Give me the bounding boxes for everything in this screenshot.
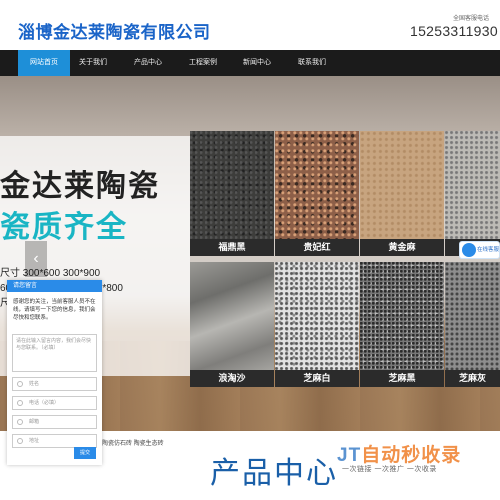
stone-caption: 黄金麻 <box>360 239 444 256</box>
watermark-logo: JT自动秒收录 <box>337 440 461 467</box>
stone-swatch <box>190 131 274 239</box>
phone-icon <box>17 400 23 406</box>
phone-placeholder: 电话（必填） <box>29 400 60 406</box>
stone-caption: 贵妃红 <box>275 239 359 256</box>
stone-tile[interactable]: 浪淘沙 <box>190 262 274 387</box>
watermark-badge[interactable]: JT自动秒收录 一次链接 一次推广 一次收录 <box>337 440 482 476</box>
watermark-logo-text: 自动秒收录 <box>361 445 462 466</box>
email-placeholder: 邮箱 <box>29 419 40 425</box>
stone-caption: 浪淘沙 <box>190 370 274 387</box>
site-logo[interactable]: 淄博金达莱陶瓷有限公司 <box>18 18 211 43</box>
stone-tile[interactable] <box>445 131 500 256</box>
message-textarea[interactable]: 请在此输入留言内容，我们会尽快与您联系。（必填） <box>12 334 97 372</box>
stone-caption: 福鼎黑 <box>190 239 274 256</box>
stone-swatch <box>445 131 500 239</box>
hotline-label: 全国客服电话 <box>453 16 490 22</box>
stone-tile[interactable]: 芝麻黑 <box>360 262 444 387</box>
message-widget-notice: 感谢您的关注，当前客服人员不在线，请填写一下您的信息，我们会尽快和您联系。 <box>13 299 96 321</box>
stone-tile[interactable]: 芝麻白 <box>275 262 359 387</box>
stone-tile[interactable]: 贵妃红 <box>275 131 359 256</box>
banner-subtitle: 瓷质齐全 <box>0 211 128 244</box>
main-nav: 网站首页 关于我们 产品中心 工程案例 新闻中心 联系我们 <box>0 50 500 76</box>
nav-item-contact[interactable]: 联系我们 <box>286 50 338 76</box>
location-icon <box>17 438 23 444</box>
online-chat-label: 在线客服 <box>477 247 500 253</box>
stone-swatch <box>360 262 444 370</box>
nav-item-news[interactable]: 新闻中心 <box>231 50 283 76</box>
submit-button[interactable]: 提交 <box>74 447 96 459</box>
banner-size-line: 尺寸 300*600 300*900 <box>0 268 101 279</box>
nav-item-cases[interactable]: 工程案例 <box>177 50 229 76</box>
mail-icon <box>17 419 23 425</box>
stone-caption: 芝麻黑 <box>360 370 444 387</box>
name-field[interactable]: 姓名 <box>12 377 97 391</box>
stone-caption: 芝麻灰 <box>445 370 500 387</box>
stone-swatch <box>275 262 359 370</box>
stone-tile[interactable]: 芝麻灰 <box>445 262 500 387</box>
name-placeholder: 姓名 <box>29 381 40 387</box>
stone-tile[interactable]: 黄金麻 <box>360 131 444 256</box>
nav-item-home[interactable]: 网站首页 <box>18 50 70 76</box>
address-placeholder: 地址 <box>29 438 40 444</box>
watermark-logo-prefix: JT <box>337 445 362 466</box>
stone-swatch <box>360 131 444 239</box>
stone-swatch <box>190 262 274 370</box>
phone-field[interactable]: 电话（必填） <box>12 396 97 410</box>
keyword-links[interactable]: 陶瓷仿石砖 陶瓷生态砖 <box>102 438 164 447</box>
stone-swatch <box>445 262 500 370</box>
online-chat-button[interactable]: 在线客服 <box>459 241 500 259</box>
user-icon <box>17 381 23 387</box>
nav-item-about[interactable]: 关于我们 <box>67 50 119 76</box>
hotline-number: 15253311930 <box>410 23 498 39</box>
watermark-tagline: 一次链接 一次推广 一次收录 <box>342 466 437 473</box>
message-widget: 请您留言 感谢您的关注，当前客服人员不在线，请填写一下您的信息，我们会尽快和您联… <box>7 280 102 465</box>
section-title: 产品中心 <box>210 457 338 490</box>
stone-tile[interactable]: 福鼎黑 <box>190 131 274 256</box>
message-widget-header[interactable]: 请您留言 <box>7 280 102 292</box>
banner-prev-arrow[interactable]: ‹ <box>25 241 47 277</box>
address-field[interactable]: 地址 <box>12 434 97 448</box>
banner-title: 金达莱陶瓷 <box>0 170 160 203</box>
stone-caption: 芝麻白 <box>275 370 359 387</box>
stone-swatch <box>275 131 359 239</box>
site-header: 淄博金达莱陶瓷有限公司 全国客服电话 15253311930 <box>0 0 500 50</box>
nav-item-products[interactable]: 产品中心 <box>122 50 174 76</box>
email-field[interactable]: 邮箱 <box>12 415 97 429</box>
agent-avatar-icon <box>462 243 476 257</box>
